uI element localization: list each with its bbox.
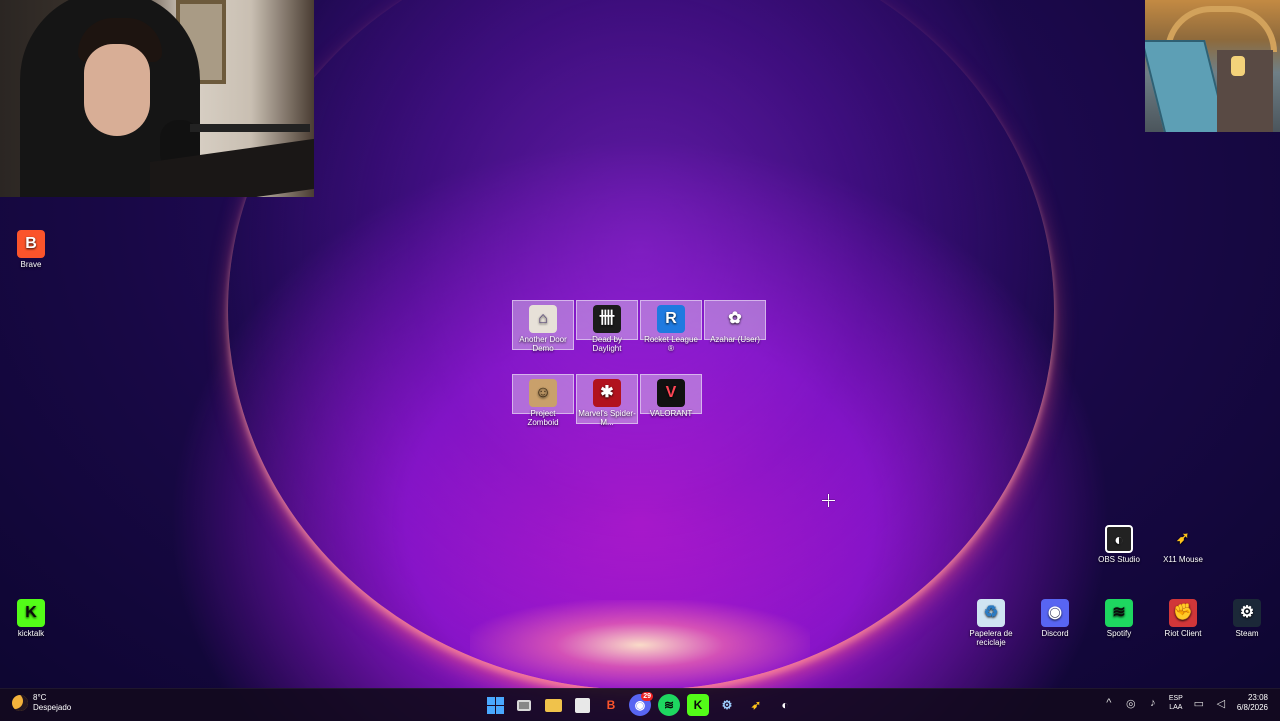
clock-date: 6/8/2026 — [1236, 703, 1268, 712]
weather-widget[interactable]: 8°C Despejado — [12, 693, 71, 713]
x11-mouse-icon: ➶ — [750, 698, 762, 712]
desktop-icon-label: Marvel's Spider-M... — [578, 409, 636, 427]
system-tray: ^ ◎ ♪ ESP LAA ▭ ◁ 23:08 6/8/2026 — [1103, 693, 1268, 713]
streamer-face — [84, 44, 150, 136]
desktop-icon-spiderman[interactable]: ✱ Marvel's Spider-M... — [576, 374, 638, 427]
desktop-icon-label: kicktalk — [17, 629, 45, 638]
taskbar-obs-button[interactable]: ◐ — [774, 694, 796, 716]
kick-icon: K — [693, 698, 703, 712]
moon-icon — [12, 695, 28, 711]
desktop-icon-label: Azahar (User) — [710, 335, 760, 344]
steam-icon: ⚙ — [1233, 599, 1261, 627]
desktop-icon-label: Rocket League ® — [644, 335, 698, 353]
lang-top: ESP — [1168, 695, 1183, 702]
spotify-icon: ≋ — [663, 698, 675, 712]
runner-character — [1231, 56, 1245, 76]
volume-icon[interactable]: ◁ — [1215, 697, 1227, 710]
x11-mouse-icon: ➶ — [1176, 530, 1190, 547]
lang-bottom: LAA — [1169, 704, 1183, 711]
desktop-icon-label: VALORANT — [649, 409, 693, 418]
task-view-icon — [517, 699, 531, 711]
riot-client-icon: ✊ — [1169, 599, 1197, 627]
azahar-icon: ✿ — [728, 310, 742, 327]
desktop-icon-label: Project Zomboid — [527, 409, 559, 427]
desktop-icon-label: Discord — [1041, 629, 1069, 638]
windows-logo-icon — [486, 696, 504, 714]
brave-icon: B — [606, 698, 616, 712]
desktop-icon-project-zomboid[interactable]: ☺ Project Zomboid — [512, 374, 574, 427]
obs-icon: ◐ — [1105, 525, 1133, 553]
desktop-icon-valorant[interactable]: V VALORANT — [640, 374, 702, 418]
desktop-icon-obs-studio[interactable]: ◐ OBS Studio — [1088, 521, 1150, 566]
file-explorer-button[interactable] — [542, 694, 564, 716]
spotify-icon: ≋ — [1105, 599, 1133, 627]
brave-icon: B — [17, 230, 45, 258]
desktop-icon-label: OBS Studio — [1098, 555, 1140, 564]
taskbar: 8°C Despejado B ◉ 29 ≋ K ⚙ ➶ ◐ ^ ◎ ♪ ESP… — [0, 688, 1280, 721]
store-button[interactable] — [571, 694, 593, 716]
notification-badge: 29 — [641, 692, 653, 701]
desktop-icon-riot-client[interactable]: ✊ Riot Client — [1152, 595, 1214, 640]
track — [1217, 50, 1273, 132]
kick-icon: K — [17, 599, 45, 627]
taskbar-apps: B ◉ 29 ≋ K ⚙ ➶ ◐ — [484, 692, 796, 716]
obs-icon: ◐ — [781, 698, 789, 712]
recycle-bin-icon: ♻ — [977, 599, 1005, 627]
desktop-icon-dead-by-daylight[interactable]: 卌 Dead by Daylight — [576, 300, 638, 353]
desktop-icon-label: Dead by Daylight — [592, 335, 622, 353]
desktop-icon-kicktalk[interactable]: K kicktalk — [0, 595, 62, 640]
taskbar-x11-mouse-button[interactable]: ➶ — [745, 694, 767, 716]
desktop-icon-discord[interactable]: ◉ Discord — [1024, 595, 1086, 640]
dead-by-daylight-icon: 卌 — [593, 305, 621, 333]
language-indicator[interactable]: ESP LAA — [1169, 694, 1183, 712]
desktop-icon-steam[interactable]: ⚙ Steam — [1216, 595, 1278, 640]
desktop-icon-label: Steam — [1235, 629, 1259, 638]
tray-app-icon[interactable]: ◎ — [1125, 697, 1137, 710]
desktop-icon-brave[interactable]: B Brave — [0, 226, 62, 271]
spiderman-icon: ✱ — [593, 379, 621, 407]
desktop-icon-spotify[interactable]: ≋ Spotify — [1088, 595, 1150, 640]
store-icon — [574, 697, 590, 713]
webcam-overlay — [0, 0, 314, 197]
clock-time: 23:08 — [1247, 693, 1268, 702]
desktop-icon-recycle-bin[interactable]: ♻ Papelera de reciclaje — [960, 595, 1022, 649]
taskbar-discord-button[interactable]: ◉ 29 — [629, 692, 653, 716]
desktop-icon-label: Spotify — [1106, 629, 1132, 638]
chevron-up-icon[interactable]: ^ — [1103, 697, 1115, 709]
desktop-icon-azahar[interactable]: ✿ Azahar (User) — [704, 300, 766, 344]
valorant-icon: V — [657, 379, 685, 407]
weather-text: 8°C Despejado — [33, 693, 71, 713]
desktop-icon-label: Riot Client — [1164, 629, 1202, 638]
desktop-icon-label: Papelera de reciclaje — [969, 629, 1013, 647]
desktop-icon-x11-mouse[interactable]: ➶ X11 Mouse — [1152, 521, 1214, 566]
desktop-icon-label: X11 Mouse — [1163, 555, 1203, 564]
another-door-icon: ⌂ — [529, 305, 557, 333]
gameplay-overlay — [1145, 0, 1280, 132]
folder-icon — [544, 698, 562, 712]
desktop-icon-rocket-league[interactable]: R Rocket League ® — [640, 300, 702, 353]
microphone-icon[interactable]: ♪ — [1147, 697, 1159, 709]
rocket-league-icon: R — [657, 305, 685, 333]
desktop-icon-label: Brave — [20, 260, 42, 269]
weather-condition: Despejado — [33, 703, 72, 712]
network-icon[interactable]: ▭ — [1193, 697, 1205, 710]
discord-icon: ◉ — [1041, 599, 1069, 627]
taskbar-spotify-button[interactable]: ≋ — [658, 694, 680, 716]
wallpaper-orb-glow — [470, 600, 810, 690]
desktop-icon-label: Another Door Demo — [519, 335, 567, 353]
clock[interactable]: 23:08 6/8/2026 — [1237, 693, 1268, 713]
taskbar-steam-button[interactable]: ⚙ — [716, 694, 738, 716]
steam-icon: ⚙ — [721, 698, 733, 712]
taskbar-kick-button[interactable]: K — [687, 694, 709, 716]
taskbar-brave-button[interactable]: B — [600, 694, 622, 716]
crosshair-cursor-icon — [822, 494, 835, 507]
desktop-icon-another-door[interactable]: ⌂ Another Door Demo — [512, 300, 574, 353]
project-zomboid-icon: ☺ — [529, 379, 557, 407]
start-button[interactable] — [484, 694, 506, 716]
task-view-button[interactable] — [513, 694, 535, 716]
weather-temp: 8°C — [33, 693, 47, 702]
mic-arm — [190, 124, 310, 132]
